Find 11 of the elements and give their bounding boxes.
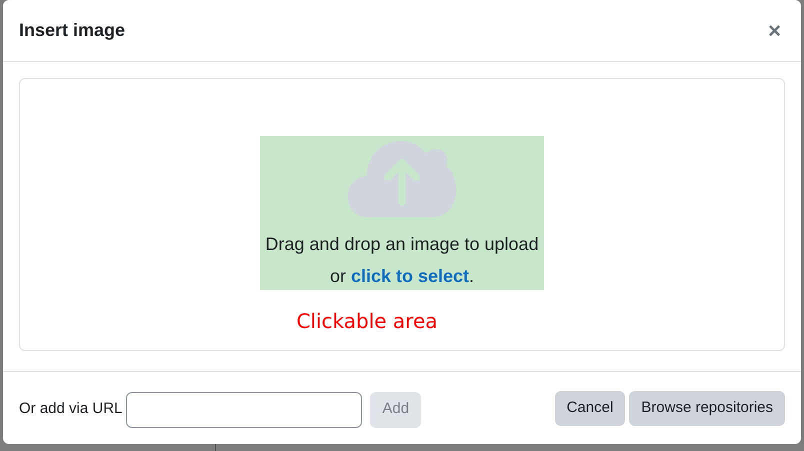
select-instructions: or click to select. — [330, 265, 474, 288]
click-to-select-link[interactable]: click to select — [350, 266, 470, 286]
cancel-button[interactable]: Cancel — [554, 390, 626, 426]
browse-button[interactable]: Browse repositories — [629, 390, 785, 426]
drop-instructions: Drag and drop an image to upload — [265, 233, 539, 256]
annotation-label: Clickable area — [296, 308, 438, 335]
dropzone[interactable]: Drag and drop an image to upload or click to select. — [260, 136, 544, 290]
url-input-field[interactable] — [126, 392, 362, 428]
dialog-title: Insert image — [19, 19, 126, 42]
url-label: Or add via URL — [19, 399, 122, 420]
close-button[interactable]: × — [768, 20, 785, 42]
